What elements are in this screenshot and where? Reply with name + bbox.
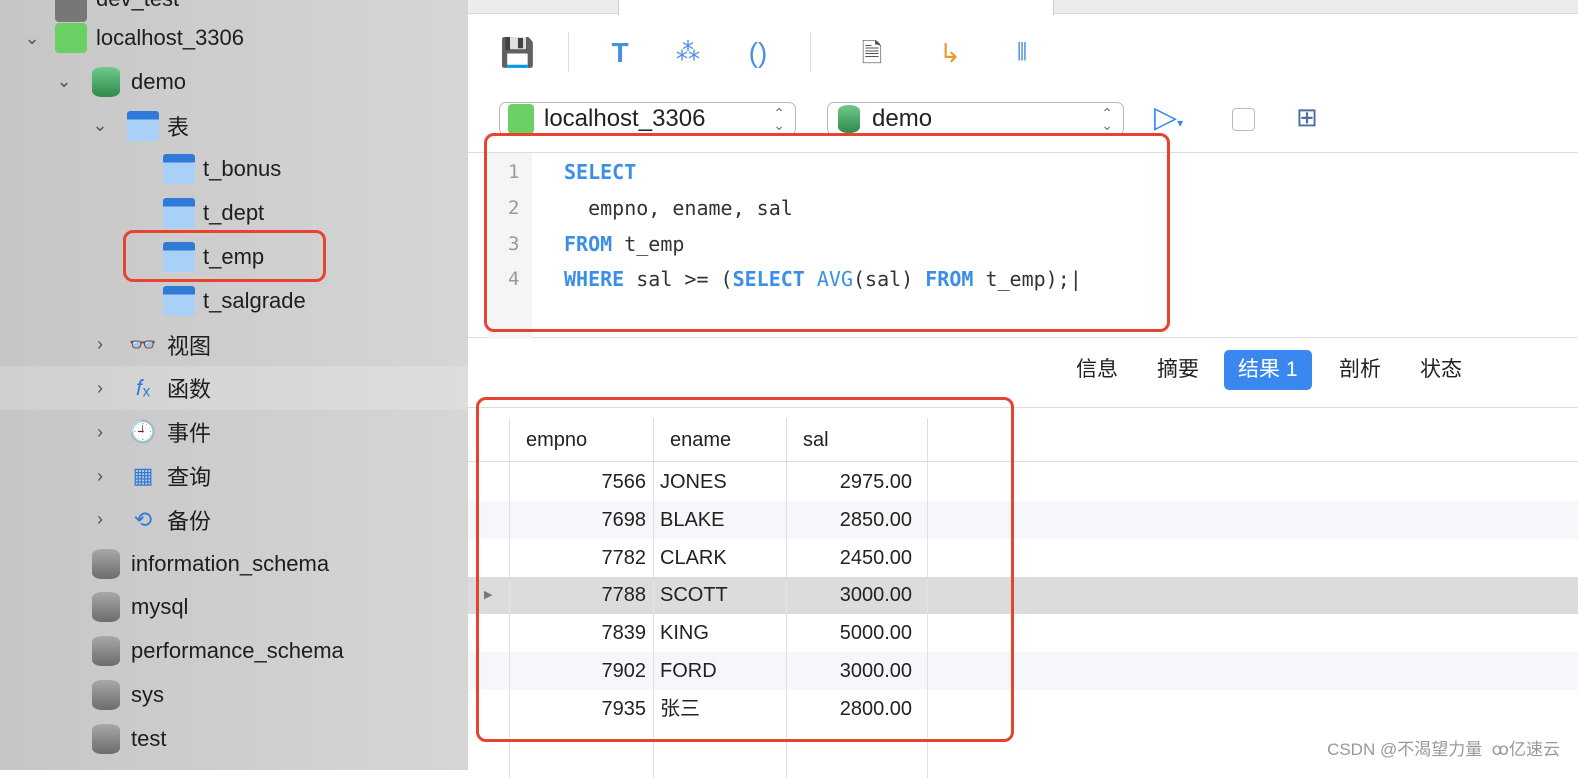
sidebar-item-demo[interactable]: ⌄ demo <box>0 60 468 104</box>
connection-value: localhost_3306 <box>544 105 706 132</box>
sidebar-item-label: t_bonus <box>203 156 282 182</box>
sql-highlight-box <box>484 133 1170 332</box>
export-icon[interactable]: ↳ <box>933 36 967 70</box>
table-icon <box>163 198 195 229</box>
chevron-right-icon[interactable]: › <box>90 509 110 530</box>
divider <box>810 32 811 72</box>
database-select[interactable]: demo ⌃ ⌄ <box>827 102 1124 136</box>
tab-result-1[interactable]: 摘要 <box>1143 350 1213 390</box>
sidebar-item-label: 备份 <box>167 508 212 534</box>
database-icon <box>92 723 120 754</box>
sidebar-item-label: performance_schema <box>131 638 344 664</box>
explain-chart-icon[interactable]: ⫴ <box>1005 36 1039 70</box>
function-icon: 𝑓ₓ <box>135 375 151 401</box>
format-icon[interactable]: T <box>603 36 637 70</box>
result-highlight-box <box>476 397 1014 742</box>
stop-button[interactable] <box>1232 108 1255 131</box>
sidebar-item-label: sys <box>131 682 164 707</box>
tables-icon <box>127 110 159 141</box>
beautify-wand-icon[interactable]: ⁂ <box>671 36 705 70</box>
sidebar-item-label: mysql <box>131 594 189 620</box>
run-icon[interactable]: ▷▾ <box>1154 100 1183 135</box>
tab-result-4[interactable]: 状态 <box>1406 350 1476 390</box>
chevron-right-icon[interactable]: › <box>90 378 110 399</box>
updown-chevron-icon: ⌃ ⌄ <box>773 105 785 133</box>
backup-icon: ⟲ <box>133 506 153 532</box>
navigator-sidebar: dev_test⌄localhost_3306⌄demo⌄表t_bonust_d… <box>0 0 468 770</box>
sidebar-item-label: dev_test <box>96 0 179 12</box>
tab-result-3[interactable]: 剖析 <box>1325 350 1395 390</box>
watermark: CSDN @不渴望力量 ꝏ亿速云 <box>1327 740 1560 759</box>
view-icon: 👓 <box>129 331 157 357</box>
query-editor-pane: 💾 T ⁂ () 🗎 ↳ ⫴ localhost_3306 ⌃ ⌄ demo ⌃ ⌄… <box>468 0 1578 778</box>
t-emp-highlight-box <box>123 230 326 282</box>
sidebar-item-查询[interactable]: › ▦ 查询 <box>0 454 468 498</box>
sidebar-item-label: test <box>131 725 167 751</box>
database-icon <box>92 636 120 667</box>
sidebar-item-performance-schema[interactable]: performance_schema <box>0 629 468 673</box>
table-icon <box>163 285 195 316</box>
text-document-icon[interactable]: 🗎 <box>855 36 889 70</box>
chevron-right-icon[interactable]: › <box>90 422 110 443</box>
chevron-down-icon[interactable]: ⌄ <box>90 115 110 136</box>
database-icon <box>92 680 120 710</box>
sidebar-item-函数[interactable]: › 𝑓ₓ 函数 <box>0 366 468 411</box>
sidebar-item-label: 函数 <box>167 377 212 403</box>
query-icon: ▦ <box>132 463 154 488</box>
tab-result-2[interactable]: 结果 1 <box>1224 350 1312 390</box>
sidebar-item-label: demo <box>131 68 187 94</box>
sidebar-item-t-dept[interactable]: t_dept <box>0 191 468 235</box>
sidebar-item-label: 事件 <box>167 421 212 447</box>
yisu-logo-icon: ꝏ <box>1491 740 1509 759</box>
sidebar-item-表[interactable]: ⌄ 表 <box>0 104 468 148</box>
table-icon <box>163 154 195 185</box>
database-icon <box>92 66 120 97</box>
explain-tree-icon[interactable]: ⊞ <box>1296 102 1318 133</box>
database-icon <box>92 548 120 579</box>
updown-chevron-icon: ⌃ ⌄ <box>1101 105 1113 133</box>
tab-query[interactable] <box>618 0 1054 15</box>
sidebar-item-information-schema[interactable]: information_schema <box>0 542 468 586</box>
sidebar-item-localhost-3306[interactable]: ⌄ localhost_3306 <box>0 16 468 60</box>
sidebar-item-label: localhost_3306 <box>96 25 245 50</box>
sidebar-item-t-salgrade[interactable]: t_salgrade <box>0 279 468 323</box>
tab-result-0[interactable]: 信息 <box>1062 350 1132 390</box>
sidebar-item-test[interactable]: test <box>0 717 468 761</box>
sidebar-item-视图[interactable]: › 👓 视图 <box>0 323 468 367</box>
save-icon[interactable]: 💾 <box>500 36 535 70</box>
divider <box>568 32 569 72</box>
sidebar-item-label: 表 <box>167 114 190 140</box>
chevron-right-icon[interactable]: › <box>90 466 110 487</box>
sidebar-item-label: information_schema <box>131 550 330 576</box>
chevron-down-icon[interactable]: ⌄ <box>22 28 42 49</box>
database-icon <box>92 592 120 623</box>
tab-bar <box>468 0 1578 15</box>
sidebar-item-备份[interactable]: › ⟲ 备份 <box>0 498 468 542</box>
sidebar-item-t-bonus[interactable]: t_bonus <box>0 147 468 191</box>
chevron-down-icon[interactable]: ⌄ <box>54 71 74 92</box>
event-clock-icon: 🕘 <box>129 419 157 445</box>
sidebar-item-label: 查询 <box>167 465 212 490</box>
sidebar-item-label: t_dept <box>203 200 265 226</box>
mysql-connection-icon <box>55 23 87 53</box>
connection-select[interactable]: localhost_3306 ⌃ ⌄ <box>499 102 796 136</box>
sidebar-item-label: 视图 <box>167 333 212 359</box>
sidebar-item-事件[interactable]: › 🕘 事件 <box>0 410 468 454</box>
chevron-right-icon[interactable]: › <box>90 334 110 355</box>
parentheses-icon[interactable]: () <box>741 36 775 70</box>
sidebar-item-label: t_salgrade <box>203 287 306 313</box>
database-icon <box>838 105 860 133</box>
sidebar-item-mysql[interactable]: mysql <box>0 585 468 629</box>
database-value: demo <box>872 105 933 132</box>
sidebar-item-sys[interactable]: sys <box>0 673 468 717</box>
mysql-connection-icon <box>508 104 534 134</box>
